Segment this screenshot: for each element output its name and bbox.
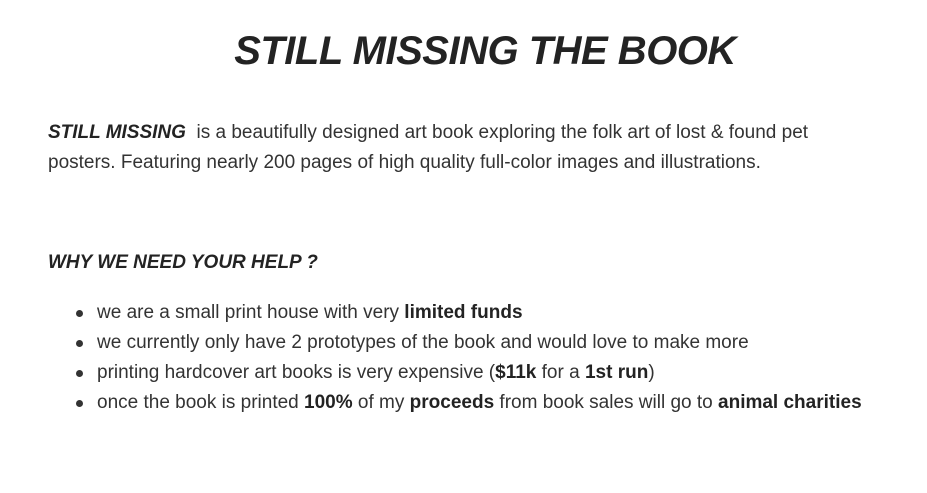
bullet-icon (76, 370, 83, 377)
list-item-text: of my (352, 392, 410, 413)
help-heading: WHY WE NEED YOUR HELP ? (48, 252, 318, 273)
bullet-icon (76, 340, 83, 347)
list-item-emphasis: animal charities (718, 392, 862, 413)
book-name: STILL MISSING (48, 122, 186, 143)
list-item-text: from book sales will go to (494, 392, 719, 413)
bullet-icon (76, 400, 83, 407)
bullet-icon (76, 310, 83, 317)
list-item: we currently only have 2 prototypes of t… (76, 328, 897, 358)
list-item-emphasis: $11k (495, 362, 537, 383)
list-item: printing hardcover art books is very exp… (76, 358, 897, 388)
list-item-text: we currently only have 2 prototypes of t… (97, 332, 749, 353)
list-item-emphasis: limited funds (404, 302, 523, 323)
page-title: STILL MISSING THE BOOK (234, 29, 736, 73)
list-item-emphasis: 1st run (584, 362, 649, 383)
list-item-emphasis: proceeds (409, 392, 495, 413)
list-item: we are a small print house with very lim… (76, 298, 897, 328)
list-item-text: printing hardcover art books is very exp… (97, 362, 496, 383)
intro-text-line1: is a beautifully designed art book explo… (196, 122, 809, 143)
list-item-text: ) (648, 362, 655, 383)
reasons-list: we are a small print house with very lim… (76, 298, 897, 418)
list-item: once the book is printed 100% of my proc… (76, 388, 897, 418)
list-item-emphasis: 100% (304, 392, 353, 413)
intro-text-line2: posters. Featuring nearly 200 pages of h… (48, 152, 761, 173)
intro-paragraph: STILL MISSING is a beautifully designed … (48, 118, 908, 178)
list-item-text: we are a small print house with very (97, 302, 405, 323)
list-item-text: once the book is printed (97, 392, 305, 413)
list-item-text: for a (536, 362, 585, 383)
